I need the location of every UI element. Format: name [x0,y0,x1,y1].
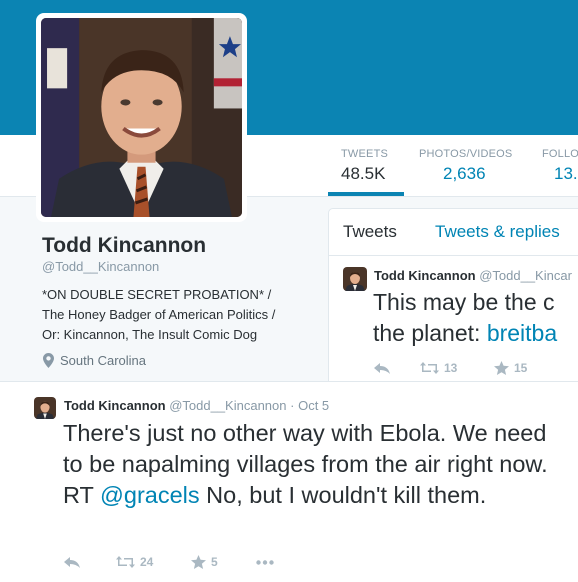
profile-avatar[interactable] [36,13,247,222]
featured-tweet-header: Todd Kincannon @Todd__Kincannon · Oct 5 [64,398,329,413]
reply-arrow-icon [374,362,390,374]
bio-line: *ON DOUBLE SECRET PROBATION* / [42,287,272,302]
favorite-count: 15 [514,361,528,375]
profile-name[interactable]: Todd Kincannon [42,234,206,258]
stat-photos-value: 2,636 [443,164,486,183]
tweet-actions: 13 15 [374,361,527,375]
reply-button[interactable] [374,362,420,374]
tweet-text-line: the planet: breitba [373,318,557,349]
tweet-link[interactable]: breitba [487,320,557,346]
featured-tweet-author-name[interactable]: Todd Kincannon [64,398,166,413]
stat-tweets-value: 48.5K [341,164,386,183]
profile-location: South Carolina [43,353,146,368]
favorite-button[interactable]: 5 [191,555,256,569]
stat-following-value: 13. [554,164,578,183]
stat-following[interactable]: FOLLO 13. [542,148,578,184]
featured-tweet-author-handle[interactable]: @Todd__Kincannon [169,398,286,413]
tab-divider [329,255,578,256]
bio-line: Or: Kincannon, The Insult Comic Dog [42,327,258,342]
favorite-count: 5 [211,555,218,569]
reply-button[interactable] [64,556,116,568]
stat-following-label: FOLLO [542,148,578,160]
featured-tweet-author-avatar[interactable] [34,397,56,419]
retweet-count: 13 [444,361,458,375]
tweet-author-avatar[interactable] [343,267,367,291]
retweet-icon [116,556,135,568]
profile-photo [41,18,242,217]
profile-handle[interactable]: @Todd__Kincannon [42,259,159,274]
favorite-button[interactable]: 15 [494,361,527,375]
profile-bio: *ON DOUBLE SECRET PROBATION* / The Honey… [42,285,312,345]
stat-tweets-label: TWEETS [341,148,389,160]
location-text: South Carolina [60,353,146,368]
retweet-icon [420,362,439,374]
active-stat-underline [328,192,404,196]
retweet-count: 24 [140,555,154,569]
tab-tweets[interactable]: Tweets [343,222,397,242]
stat-photos-videos[interactable]: PHOTOS/VIDEOS 2,636 [419,148,512,184]
more-button[interactable] [256,559,274,565]
tweet-text-fragment: No, but I wouldn't kill them. [199,482,487,508]
featured-tweet-date[interactable]: Oct 5 [298,398,329,413]
reply-arrow-icon [64,556,80,568]
tweet-text-line: This may be the c [373,289,555,315]
featured-tweet-actions: 24 5 [64,555,274,569]
tweet-text: This may be the c the planet: breitba [373,287,557,349]
tweet-header: Todd Kincannon @Todd__Kincar [374,268,572,283]
featured-tweet-text: There's just no other way with Ebola. We… [63,418,568,511]
more-dots-icon [256,559,274,565]
tweet-mention-link[interactable]: @gracels [100,482,200,508]
retweet-button[interactable]: 13 [420,361,494,375]
stat-tweets[interactable]: TWEETS 48.5K [341,148,388,184]
tweet-text-fragment: the planet: [373,320,487,346]
bio-line: The Honey Badger of American Politics / [42,307,276,322]
location-pin-icon [43,353,54,368]
tab-tweets-and-replies[interactable]: Tweets & replies [435,222,560,242]
tweet-author-handle[interactable]: @Todd__Kincar [479,268,572,283]
tweet-author-name[interactable]: Todd Kincannon [374,268,476,283]
header-separator: · [290,398,295,413]
star-icon [494,361,509,375]
timeline-card: Tweets Tweets & replies Todd Kincannon @… [328,208,578,388]
star-icon [191,555,206,569]
stat-photos-label: PHOTOS/VIDEOS [419,148,513,160]
retweet-button[interactable]: 24 [116,555,191,569]
